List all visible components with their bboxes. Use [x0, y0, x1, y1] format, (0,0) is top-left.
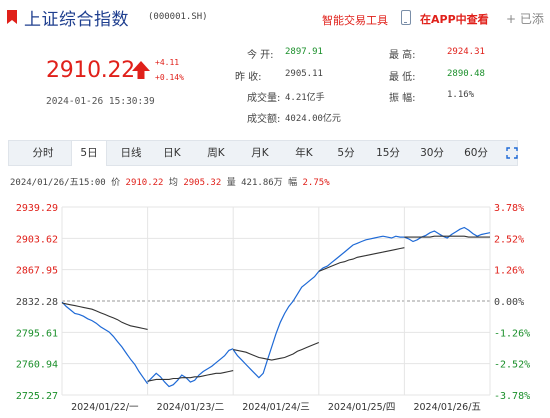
- volume-label: 成交量:: [247, 93, 281, 104]
- y-tick-left: 2903.62: [16, 234, 58, 245]
- tab-daily-line[interactable]: 日线: [113, 141, 149, 165]
- high-label: 最 高:: [389, 50, 416, 61]
- phone-icon: [401, 10, 411, 25]
- y-tick-right: 2.52%: [494, 234, 524, 245]
- open-label: 今 开:: [247, 50, 274, 61]
- arrow-up-icon: [132, 61, 150, 79]
- average-line: [61, 302, 148, 330]
- five-day-chart[interactable]: 2939.29 3.78% 2903.62 2.52% 2867.95 1.26% 2832…: [0, 195, 550, 418]
- y-tick-right: -1.26%: [494, 328, 530, 339]
- info-price: 2910.22: [125, 178, 164, 188]
- high-value: 2924.31: [447, 47, 485, 57]
- amplitude-value: 1.16%: [447, 90, 475, 100]
- x-tick-label: 2024/01/25/四: [328, 402, 395, 413]
- info-time: 2024/01/26/五15:00 价: [10, 178, 121, 188]
- open-in-app-link[interactable]: 在APP中查看: [420, 11, 489, 27]
- page-title: 上证综合指数: [24, 10, 129, 30]
- tab-weekly-k[interactable]: 周K: [201, 141, 231, 165]
- quote-datetime: 2024-01-26 15:30:39: [46, 96, 155, 107]
- tab-monthly-k[interactable]: 月K: [245, 141, 275, 165]
- x-tick-label: 2024/01/23/二: [157, 402, 224, 413]
- add-watchlist-button[interactable]: + 已添: [506, 10, 544, 27]
- prev-close-value: 2905.11: [285, 69, 323, 79]
- low-label: 最 低:: [389, 72, 416, 83]
- low-value: 2890.48: [447, 69, 485, 79]
- turnover-label: 成交额:: [247, 114, 281, 125]
- tab-daily-k[interactable]: 日K: [157, 141, 187, 165]
- x-tick-label: 2024/01/26/五: [413, 402, 480, 413]
- info-vol-label: 量: [226, 178, 236, 188]
- x-tick-label: 2024/01/24/三: [242, 402, 309, 413]
- price-change-percent: +0.14%: [155, 73, 184, 82]
- y-tick-left: 2867.95: [16, 266, 58, 277]
- y-tick-right: 1.26%: [494, 266, 524, 277]
- period-tabs: 分时 5日 日线 日K 周K 月K 年K 5分 15分 30分 60分: [8, 140, 518, 166]
- tab-5day[interactable]: 5日: [71, 141, 107, 166]
- current-price: 2910.22: [46, 58, 135, 83]
- price-change: +4.11: [155, 58, 180, 67]
- tab-5min[interactable]: 5分: [333, 141, 359, 165]
- info-avg: 2905.32: [183, 178, 222, 188]
- prev-close-label: 昨 收:: [235, 72, 262, 83]
- y-tick-left: 2832.28: [16, 297, 58, 308]
- average-line: [233, 341, 320, 361]
- info-amp: 2.75%: [302, 178, 330, 188]
- smart-tool-link[interactable]: 智能交易工具: [322, 12, 388, 28]
- y-tick-right: 3.78%: [494, 203, 524, 214]
- y-tick-right: 0.00%: [494, 297, 524, 308]
- tab-30min[interactable]: 30分: [417, 141, 447, 165]
- crosshair-info: 2024/01/26/五15:00 价 2910.22 均 2905.32 量 …: [10, 175, 330, 188]
- price-line: [404, 226, 491, 243]
- average-line: [318, 247, 405, 272]
- tab-intraday[interactable]: 分时: [25, 141, 61, 165]
- x-tick-label: 2024/01/22/一: [71, 402, 139, 413]
- info-avg-label: 均: [168, 178, 178, 188]
- average-line: [147, 370, 234, 382]
- open-value: 2897.91: [285, 47, 323, 57]
- volume-value: 4.21亿手: [285, 93, 325, 103]
- bookmark-icon[interactable]: [6, 9, 18, 25]
- y-tick-left: 2795.61: [16, 328, 58, 339]
- info-amp-label: 幅: [288, 178, 298, 188]
- turnover-value: 4024.00亿元: [285, 114, 341, 124]
- info-vol: 421.86万: [241, 178, 283, 188]
- expand-icon[interactable]: [506, 147, 518, 159]
- amplitude-label: 振 幅:: [389, 93, 416, 104]
- header-bar: 上证综合指数 (000001.SH) 智能交易工具 在APP中查看 + 已添: [0, 0, 550, 36]
- tab-15min[interactable]: 15分: [373, 141, 403, 165]
- tab-60min[interactable]: 60分: [461, 141, 491, 165]
- tab-yearly-k[interactable]: 年K: [289, 141, 319, 165]
- y-tick-left: 2760.94: [16, 360, 58, 371]
- y-tick-right: -2.52%: [494, 360, 530, 371]
- y-tick-right: -3.78%: [494, 391, 530, 402]
- y-tick-left: 2725.27: [16, 391, 58, 402]
- price-line: [232, 271, 320, 379]
- stock-code: (000001.SH): [148, 12, 208, 22]
- price-line: [147, 348, 234, 388]
- y-tick-left: 2939.29: [16, 203, 58, 214]
